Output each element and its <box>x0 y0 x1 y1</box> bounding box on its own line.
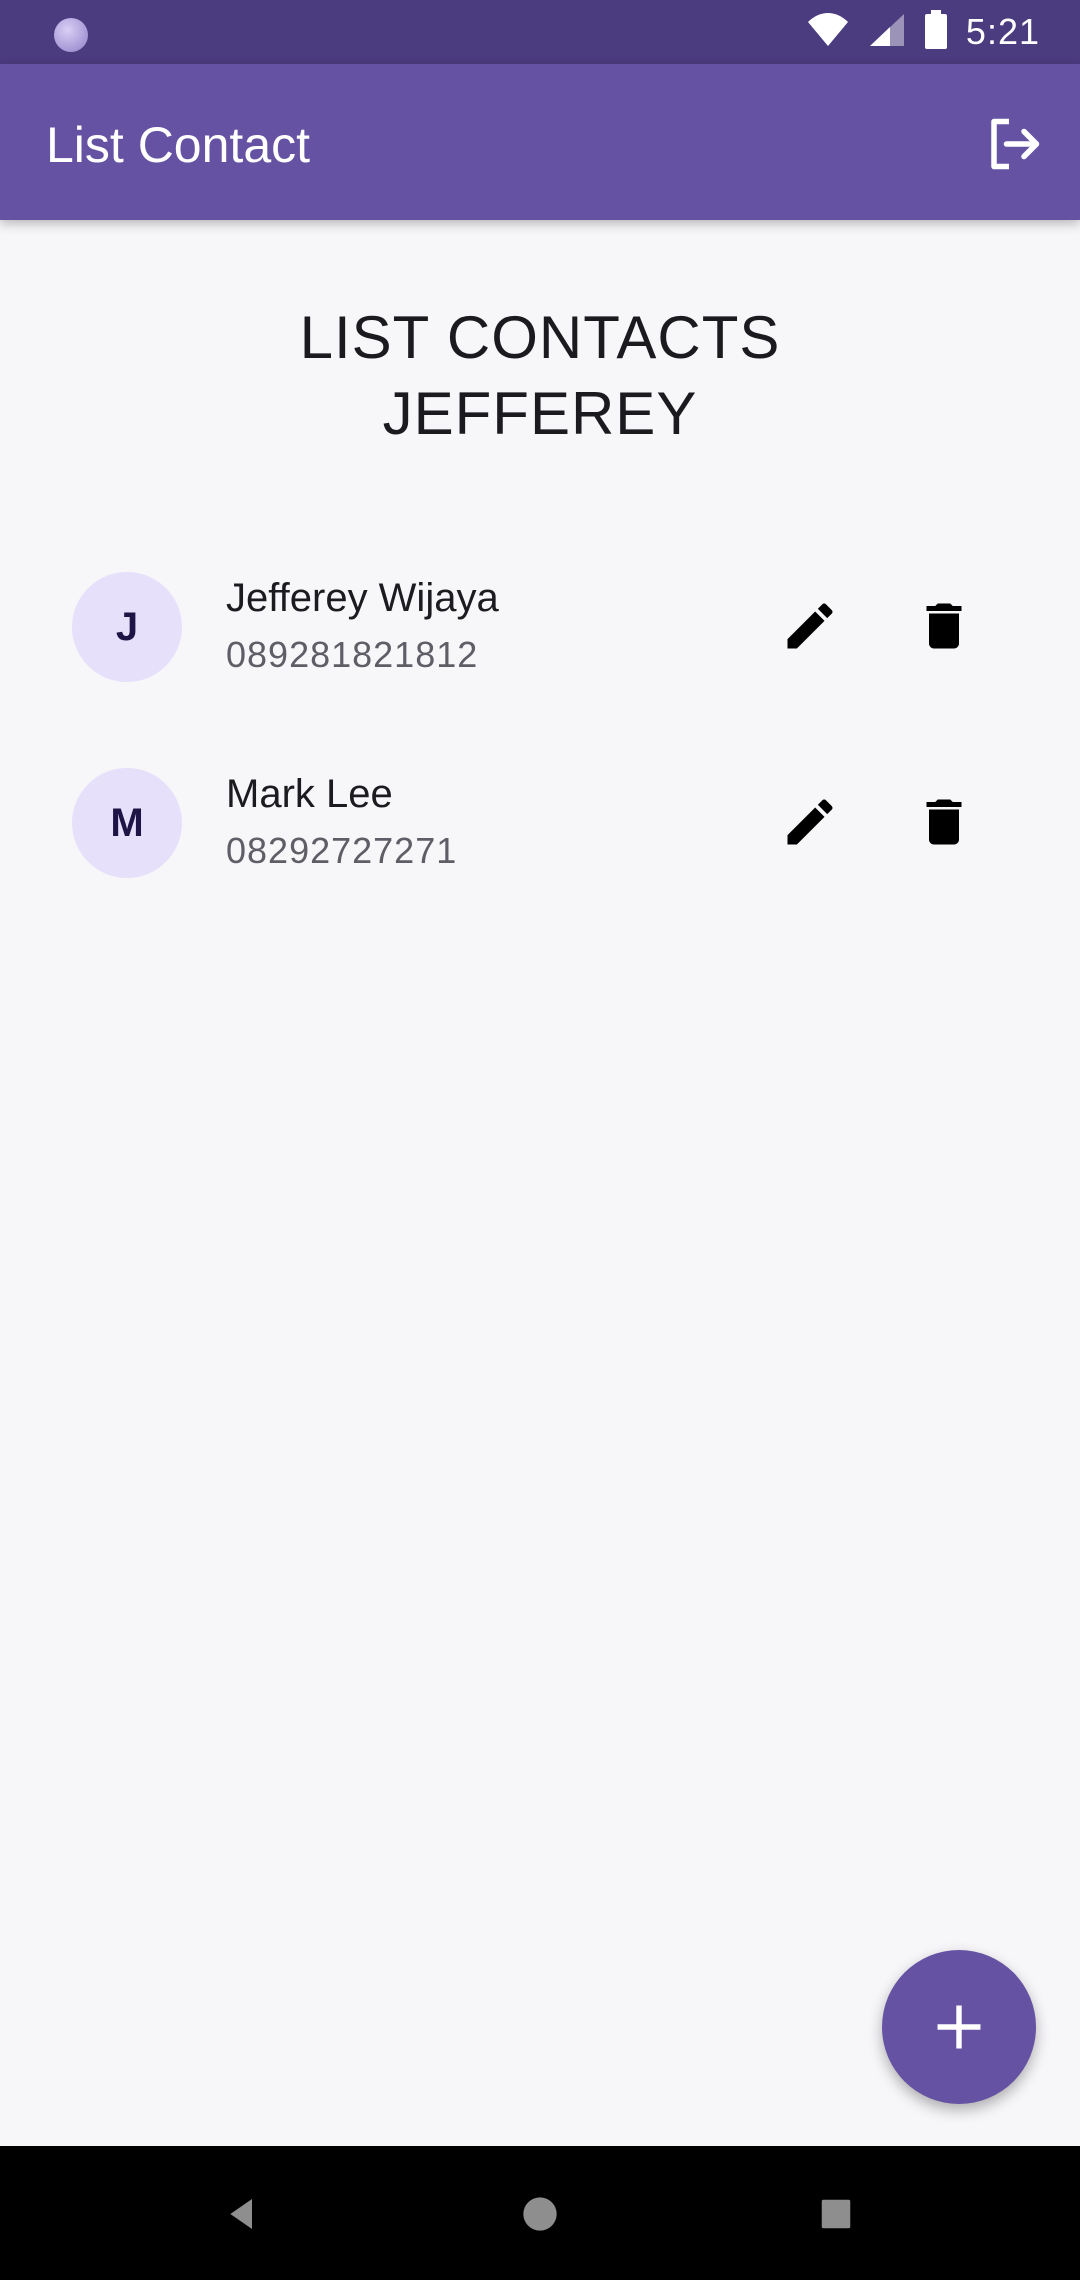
status-icons: 5:21 <box>806 9 1040 55</box>
contact-phone: 08292727271 <box>226 830 458 871</box>
signal-icon <box>868 12 906 53</box>
home-icon <box>523 2197 557 2231</box>
logout-button[interactable] <box>982 112 1046 176</box>
wifi-icon <box>806 12 850 53</box>
list-item[interactable]: J Jefferey Wijaya 089281821812 <box>0 546 1080 706</box>
avatar: J <box>72 572 182 682</box>
add-contact-button[interactable] <box>882 1950 1036 2104</box>
notification-dot-icon <box>54 18 88 52</box>
delete-button[interactable] <box>904 782 984 862</box>
status-time: 5:21 <box>965 11 1040 52</box>
contact-phone: 089281821812 <box>226 634 479 675</box>
contact-name: Jefferey Wijaya <box>226 576 499 620</box>
logout-icon <box>991 118 1040 170</box>
contact-name: Mark Lee <box>226 772 393 816</box>
delete-button[interactable] <box>904 586 984 666</box>
back-icon <box>230 2199 252 2229</box>
trash-icon <box>926 799 962 845</box>
edit-icon <box>787 799 833 845</box>
trash-icon <box>926 603 962 649</box>
edit-icon <box>787 603 833 649</box>
home-button[interactable] <box>510 2184 570 2244</box>
edit-button[interactable] <box>770 586 850 666</box>
recents-icon <box>821 2199 851 2229</box>
recents-button[interactable] <box>806 2184 866 2244</box>
heading-line-2: JEFFEREY <box>382 380 698 447</box>
contact-list-screen: 5:21 List Contact LIST CONTACTS JEFFEREY… <box>0 0 1080 2280</box>
battery-icon <box>924 9 948 55</box>
status-bar: 5:21 <box>0 0 1080 64</box>
avatar: M <box>72 768 182 878</box>
system-nav-bar <box>0 2146 1080 2280</box>
edit-button[interactable] <box>770 782 850 862</box>
list-item[interactable]: M Mark Lee 08292727271 <box>0 744 1080 904</box>
app-title: List Contact <box>46 117 311 173</box>
add-icon <box>937 2005 981 2049</box>
page-heading: LIST CONTACTS JEFFEREY <box>0 300 1080 452</box>
back-button[interactable] <box>212 2184 272 2244</box>
heading-line-1: LIST CONTACTS <box>299 304 781 371</box>
app-bar: List Contact <box>0 64 1080 220</box>
